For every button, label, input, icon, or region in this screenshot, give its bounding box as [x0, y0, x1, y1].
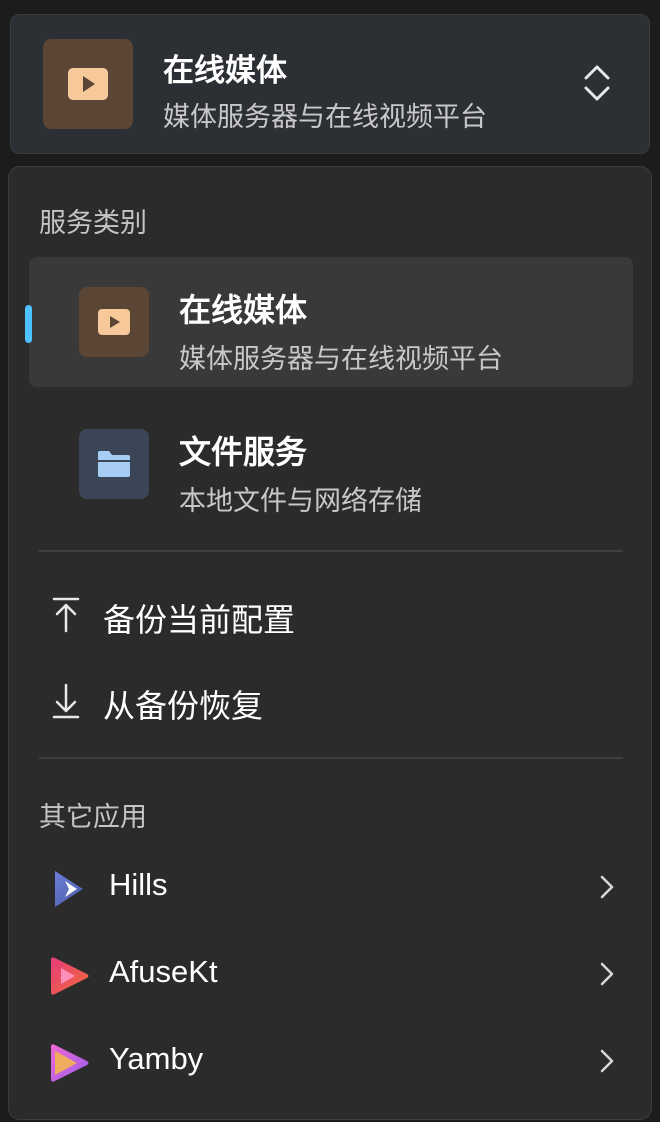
chevron-right-icon — [600, 962, 614, 986]
app-name: Yamby — [109, 1041, 204, 1076]
divider — [39, 550, 623, 552]
category-item-files[interactable]: 文件服务 本地文件与网络存储 — [29, 399, 633, 529]
app-item-yamby[interactable]: Yamby — [39, 1029, 629, 1105]
category-dropdown-panel: 服务类别 在线媒体 媒体服务器与在线视频平台 文件服务 本地文件与网络存储 备份… — [8, 166, 652, 1120]
selector-title: 在线媒体 — [163, 53, 287, 89]
yamby-logo-icon — [51, 1044, 89, 1082]
upload-arrow-icon — [52, 597, 80, 633]
category-selector[interactable]: 在线媒体 媒体服务器与在线视频平台 — [10, 14, 650, 154]
category-item-media[interactable]: 在线媒体 媒体服务器与在线视频平台 — [25, 257, 633, 387]
play-icon — [68, 68, 108, 100]
afusekt-logo-icon — [51, 957, 89, 995]
app-item-afusekt[interactable]: AfuseKt — [39, 942, 629, 1018]
categories-section-label: 服务类别 — [39, 208, 147, 239]
folder-icon — [98, 451, 130, 477]
restore-backup-button[interactable]: 从备份恢复 — [39, 667, 623, 737]
selector-media-tile — [43, 39, 133, 129]
category-subtitle: 媒体服务器与在线视频平台 — [179, 344, 503, 375]
files-tile — [79, 429, 149, 499]
app-name: Hills — [109, 867, 168, 902]
other-apps-section-label: 其它应用 — [39, 802, 147, 833]
selected-indicator — [25, 305, 32, 343]
app-name: AfuseKt — [109, 954, 218, 989]
divider — [39, 757, 623, 759]
download-arrow-icon — [52, 683, 80, 719]
category-subtitle: 本地文件与网络存储 — [179, 486, 422, 517]
backup-config-button[interactable]: 备份当前配置 — [39, 581, 623, 651]
restore-backup-label: 从备份恢复 — [103, 687, 264, 725]
category-title: 文件服务 — [179, 433, 308, 471]
app-item-hills[interactable]: Hills — [39, 855, 629, 931]
category-title: 在线媒体 — [179, 291, 308, 329]
play-icon — [98, 309, 130, 335]
up-down-chevron-icon[interactable] — [581, 63, 613, 103]
backup-config-label: 备份当前配置 — [103, 601, 296, 639]
selector-subtitle: 媒体服务器与在线视频平台 — [163, 102, 487, 133]
chevron-right-icon — [600, 875, 614, 899]
hills-logo-icon — [55, 871, 83, 907]
chevron-right-icon — [600, 1049, 614, 1073]
media-tile — [79, 287, 149, 357]
